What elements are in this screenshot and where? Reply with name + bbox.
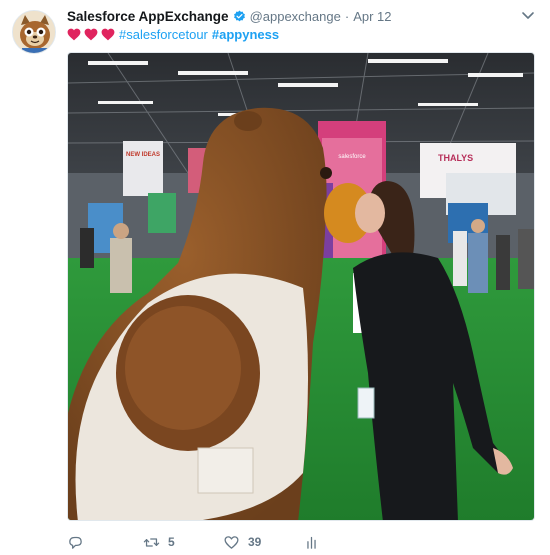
user-handle[interactable]: @appexchange (250, 9, 341, 24)
event-photo-image: NEW IDEAS THALYS salesforce (68, 53, 534, 520)
like-button[interactable]: 39 (223, 534, 299, 551)
tweet-actions: 5 39 (67, 531, 324, 553)
tweet-text: #salesforcetour #appyness (67, 25, 283, 43)
tweet-header: Salesforce AppExchange @appexchange · Ap… (67, 7, 536, 25)
verified-badge-icon (233, 10, 246, 23)
retweet-button[interactable]: 5 (143, 534, 219, 551)
like-icon (224, 535, 239, 549)
like-count: 39 (248, 535, 262, 549)
tweet-card[interactable]: Salesforce AppExchange @appexchange · Ap… (0, 0, 550, 555)
lanyard-badge (357, 387, 375, 419)
reply-button[interactable] (67, 534, 139, 551)
heart-icon (67, 28, 81, 40)
hearts-emoji (67, 28, 115, 41)
analytics-button[interactable] (303, 534, 320, 551)
retweet-count: 5 (168, 535, 175, 549)
astro-mascot-avatar-image (13, 11, 55, 53)
hashtag-appyness[interactable]: #appyness (212, 27, 279, 42)
analytics-icon (307, 536, 316, 549)
tweet-date[interactable]: Apr 12 (353, 9, 391, 24)
banner-right-text: THALYS (438, 153, 473, 163)
hashtag-salesforcetour[interactable]: #salesforcetour (119, 27, 208, 42)
booth-banner-left (123, 141, 163, 196)
avatar[interactable] (12, 10, 56, 54)
banner-left-text: NEW IDEAS (126, 152, 160, 158)
reply-icon (69, 536, 82, 549)
center-logo-text: salesforce (338, 154, 366, 160)
retweet-icon (143, 537, 160, 547)
heart-icon (101, 28, 115, 40)
chevron-down-icon[interactable] (520, 7, 536, 23)
heart-icon (84, 28, 98, 40)
separator-dot: · (344, 8, 350, 24)
tweet-photo[interactable]: NEW IDEAS THALYS salesforce (67, 52, 535, 521)
display-name[interactable]: Salesforce AppExchange (67, 9, 229, 24)
